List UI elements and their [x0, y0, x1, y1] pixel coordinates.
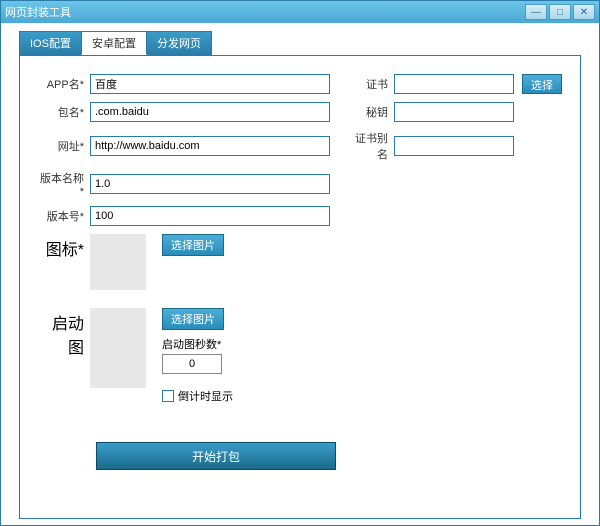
- button-build[interactable]: 开始打包: [96, 442, 336, 470]
- row-url: 网址* 证书别名: [38, 130, 562, 162]
- label-url: 网址*: [38, 138, 90, 154]
- section-icon: 图标* 选择图片: [38, 234, 562, 290]
- label-countdown: 倒计时显示: [178, 388, 233, 404]
- tab-ios[interactable]: IOS配置: [19, 31, 82, 55]
- label-appname: APP名*: [38, 76, 90, 92]
- input-certalias[interactable]: [394, 136, 514, 156]
- row-countdown: 倒计时显示: [162, 388, 233, 404]
- button-cert-select[interactable]: 选择: [522, 74, 562, 94]
- label-versioncode: 版本号*: [38, 208, 90, 224]
- input-versionname[interactable]: [90, 174, 330, 194]
- row-package: 包名* 秘钥: [38, 102, 562, 122]
- input-appname[interactable]: [90, 74, 330, 94]
- button-icon-select[interactable]: 选择图片: [162, 234, 224, 256]
- input-url[interactable]: [90, 136, 330, 156]
- app-window: 网页封装工具 — □ ✕ IOS配置 安卓配置 分发网页 APP名* 证书 选择…: [0, 0, 600, 526]
- tab-bar: IOS配置 安卓配置 分发网页: [19, 31, 599, 55]
- tab-android[interactable]: 安卓配置: [81, 31, 147, 55]
- label-versionname: 版本名称*: [38, 170, 90, 198]
- row-appname: APP名* 证书 选择: [38, 74, 562, 94]
- checkbox-countdown[interactable]: [162, 390, 174, 402]
- label-package: 包名*: [38, 104, 90, 120]
- tab-distribute[interactable]: 分发网页: [146, 31, 212, 55]
- content-area: IOS配置 安卓配置 分发网页 APP名* 证书 选择 包名* 秘钥 网址*: [1, 23, 599, 525]
- window-title: 网页封装工具: [5, 4, 525, 20]
- row-versionname: 版本名称*: [38, 170, 562, 198]
- row-versioncode: 版本号*: [38, 206, 562, 226]
- section-splash: 启动图 选择图片 启动图秒数* 倒计时显示: [38, 308, 562, 404]
- window-controls: — □ ✕: [525, 4, 595, 20]
- input-versioncode[interactable]: [90, 206, 330, 226]
- label-splash-seconds: 启动图秒数*: [162, 336, 221, 352]
- label-icon: 图标*: [38, 234, 90, 260]
- label-secretkey: 秘钥: [350, 104, 394, 120]
- splash-preview[interactable]: [90, 308, 146, 388]
- input-package[interactable]: [90, 102, 330, 122]
- close-button[interactable]: ✕: [573, 4, 595, 20]
- input-splash-seconds[interactable]: [162, 354, 222, 374]
- minimize-button[interactable]: —: [525, 4, 547, 20]
- button-splash-select[interactable]: 选择图片: [162, 308, 224, 330]
- titlebar: 网页封装工具 — □ ✕: [1, 1, 599, 23]
- icon-preview[interactable]: [90, 234, 146, 290]
- label-cert: 证书: [350, 76, 394, 92]
- maximize-button[interactable]: □: [549, 4, 571, 20]
- input-secretkey[interactable]: [394, 102, 514, 122]
- label-splash: 启动图: [38, 308, 90, 358]
- input-cert[interactable]: [394, 74, 514, 94]
- config-panel: APP名* 证书 选择 包名* 秘钥 网址* 证书别名 版本名称*: [19, 55, 581, 519]
- label-certalias: 证书别名: [350, 130, 394, 162]
